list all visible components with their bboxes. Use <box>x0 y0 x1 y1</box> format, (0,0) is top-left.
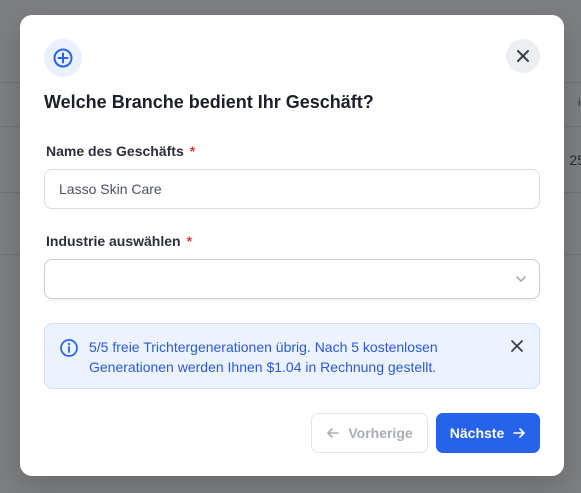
industry-modal: Welche Branche bedient Ihr Geschäft? Nam… <box>20 15 564 476</box>
next-button-label: Nächste <box>449 425 505 441</box>
backdrop-row-text: 25 <box>569 152 581 168</box>
previous-button[interactable]: Vorherige <box>311 413 428 453</box>
usage-alert: 5/5 freie Trichtergenerationen übrig. Na… <box>44 323 540 389</box>
business-name-label: Name des Geschäfts * <box>46 143 195 159</box>
arrow-right-icon <box>513 428 526 438</box>
business-name-input[interactable] <box>44 169 540 209</box>
close-button[interactable] <box>506 39 540 73</box>
arrow-left-icon <box>327 428 340 438</box>
close-icon <box>517 50 529 62</box>
industry-label-text: Industrie auswählen <box>46 233 181 249</box>
modal-title: Welche Branche bedient Ihr Geschäft? <box>44 92 374 112</box>
required-marker: * <box>189 143 196 159</box>
next-button[interactable]: Nächste <box>436 413 540 453</box>
info-icon <box>60 339 78 357</box>
plus-circle-icon <box>44 39 82 77</box>
business-name-label-text: Name des Geschäfts <box>46 143 184 159</box>
alert-message: 5/5 freie Trichtergenerationen übrig. Na… <box>89 339 438 375</box>
required-marker: * <box>186 233 193 249</box>
previous-button-label: Vorherige <box>348 425 413 441</box>
dismiss-alert-icon[interactable] <box>509 338 525 354</box>
chevron-down-icon <box>516 276 526 282</box>
industry-label: Industrie auswählen * <box>46 233 192 249</box>
industry-select[interactable] <box>44 259 540 299</box>
